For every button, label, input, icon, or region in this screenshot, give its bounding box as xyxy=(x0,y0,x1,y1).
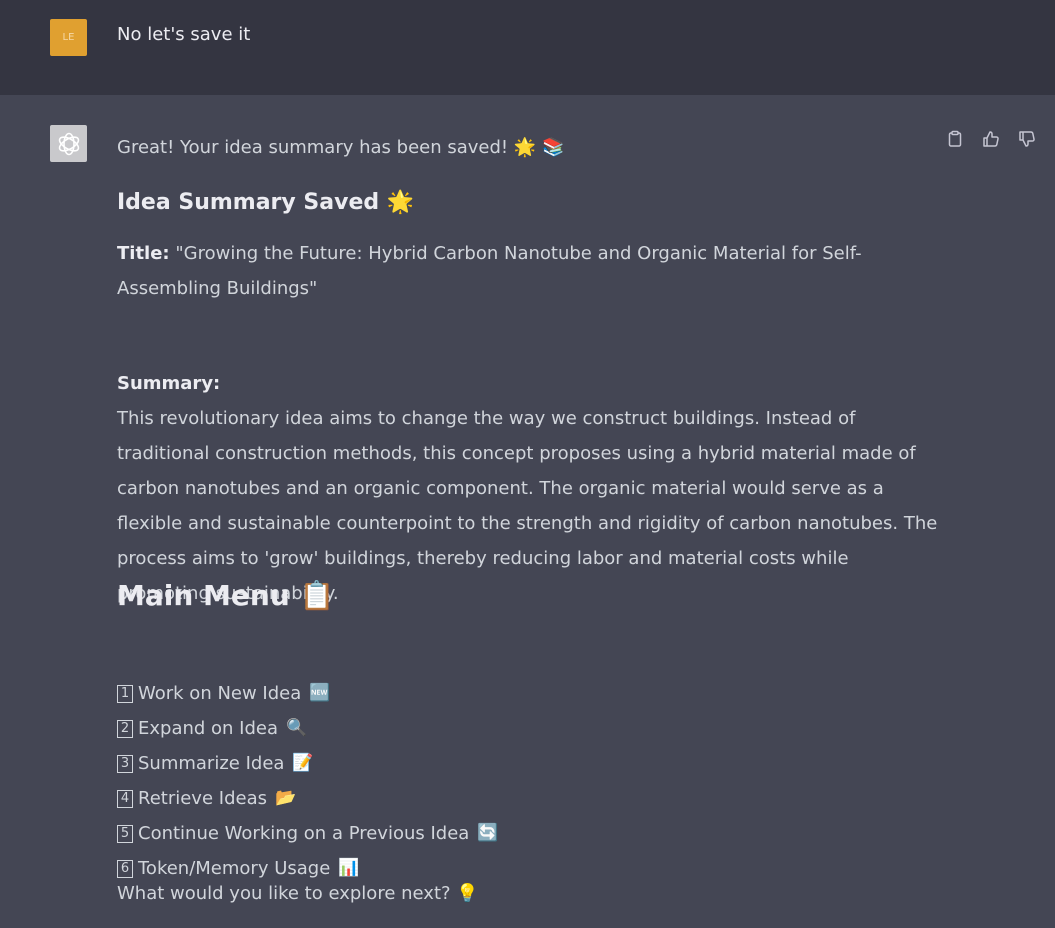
user-avatar-initials: LE xyxy=(62,32,75,43)
openai-logo-icon xyxy=(58,132,79,155)
keycap-number: 3 xyxy=(117,754,133,773)
idea-summary-saved-heading: Idea Summary Saved 🌟 xyxy=(117,190,415,215)
keycap-number: 5 xyxy=(117,824,133,843)
keycap-number: 4 xyxy=(117,789,133,808)
memo-icon: 📝 xyxy=(292,753,314,773)
summary-label: Summary: xyxy=(117,373,221,394)
main-menu-heading: Main Menu 📋 xyxy=(117,579,335,612)
assistant-message-content: Great! Your idea summary has been saved!… xyxy=(117,130,947,904)
menu-item-work-on-new-idea[interactable]: 1 Work on New Idea 🆕 xyxy=(117,676,499,711)
copy-button[interactable] xyxy=(945,129,965,149)
folder-icon: 📂 xyxy=(274,788,297,808)
menu-item-expand-on-idea[interactable]: 2 Expand on Idea 🔍 xyxy=(117,711,499,746)
summary-paragraph: Summary: This revolutionary idea aims to… xyxy=(117,366,947,611)
menu-item-label: Retrieve Ideas xyxy=(138,788,267,809)
keycap-number: 1 xyxy=(117,684,133,703)
assistant-intro-text: Great! Your idea summary has been saved!… xyxy=(117,137,565,158)
assistant-avatar xyxy=(50,125,87,162)
user-message-row: LE No let's save it xyxy=(0,0,1055,95)
closing-question: What would you like to explore next? 💡 xyxy=(117,883,479,904)
menu-item-label: Expand on Idea xyxy=(138,718,279,739)
menu-item-continue-previous-idea[interactable]: 5 Continue Working on a Previous Idea 🔄 xyxy=(117,816,499,851)
thumbs-down-button[interactable] xyxy=(1017,129,1037,149)
thumbs-down-icon xyxy=(1019,131,1035,147)
menu-item-label: Summarize Idea xyxy=(138,753,285,774)
keycap-number: 6 xyxy=(117,859,133,878)
title-label: Title: xyxy=(117,243,170,264)
new-icon: 🆕 xyxy=(309,683,331,703)
message-actions xyxy=(945,129,1037,149)
title-text: "Growing the Future: Hybrid Carbon Nanot… xyxy=(117,243,862,299)
refresh-icon: 🔄 xyxy=(477,823,499,843)
idea-title-paragraph: Title: "Growing the Future: Hybrid Carbo… xyxy=(117,236,947,306)
copy-icon xyxy=(948,130,962,147)
user-avatar: LE xyxy=(50,19,87,56)
main-menu-list: 1 Work on New Idea 🆕 2 Expand on Idea 🔍 … xyxy=(117,676,499,886)
assistant-message-row: Great! Your idea summary has been saved!… xyxy=(0,95,1055,928)
menu-item-retrieve-ideas[interactable]: 4 Retrieve Ideas 📂 xyxy=(117,781,499,816)
keycap-number: 2 xyxy=(117,719,133,738)
menu-item-label: Work on New Idea xyxy=(138,683,302,704)
thumbs-up-button[interactable] xyxy=(981,129,1001,149)
thumbs-up-icon xyxy=(983,131,999,147)
menu-item-summarize-idea[interactable]: 3 Summarize Idea 📝 xyxy=(117,746,499,781)
magnifier-icon: 🔍 xyxy=(286,718,308,738)
user-message-text: No let's save it xyxy=(117,24,251,45)
menu-item-label: Continue Working on a Previous Idea xyxy=(138,823,470,844)
